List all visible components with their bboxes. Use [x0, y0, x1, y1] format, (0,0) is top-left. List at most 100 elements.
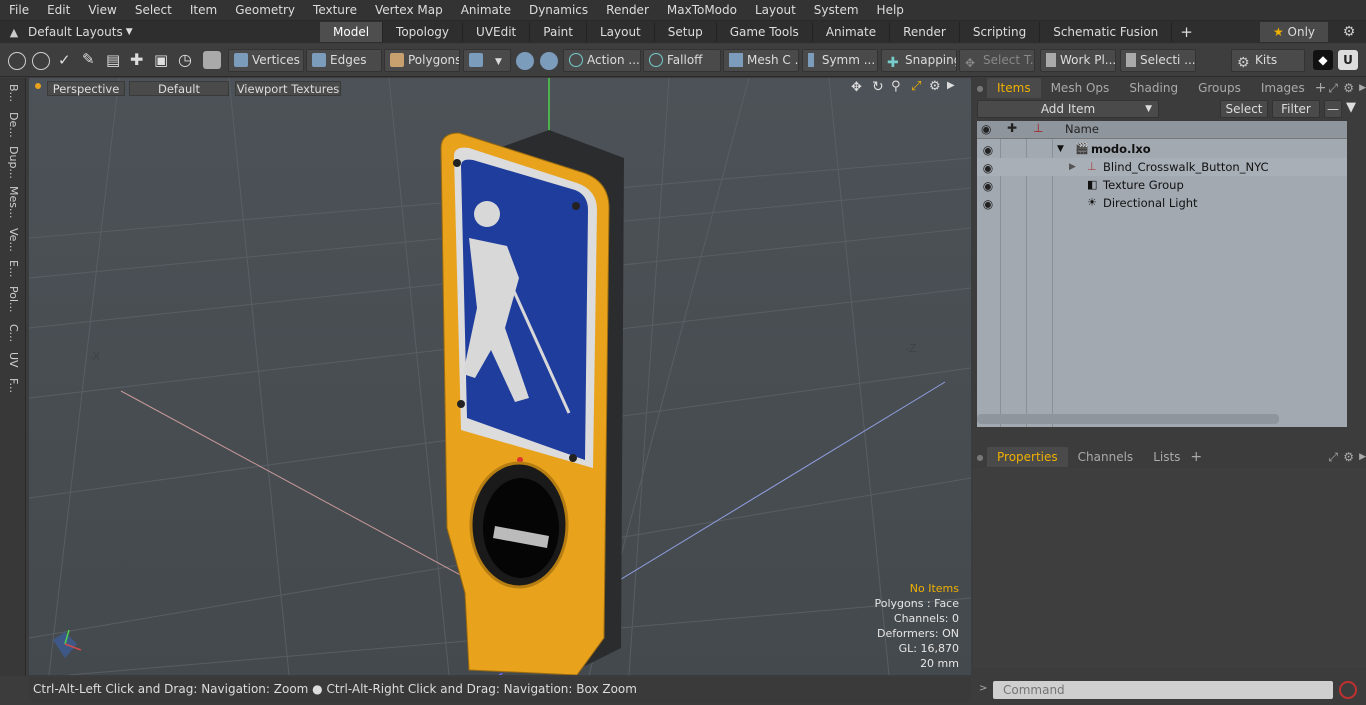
expand-arrow-icon[interactable]: ▼: [1057, 140, 1064, 158]
menu-animate[interactable]: Animate: [452, 0, 520, 21]
tab-items[interactable]: Items: [987, 78, 1041, 98]
mesh-constraints-button[interactable]: Mesh C ...: [723, 49, 799, 72]
unity-icon[interactable]: ◆: [1313, 50, 1333, 70]
gear-icon[interactable]: ⚙: [1340, 23, 1358, 41]
add-item-dropdown[interactable]: Add Item ▼: [977, 100, 1159, 118]
tab-topology[interactable]: Topology: [383, 22, 464, 42]
tab-properties[interactable]: Properties: [987, 447, 1068, 467]
snap-box-icon[interactable]: ▣: [154, 51, 168, 69]
panel-arrow-icon[interactable]: ▶: [1359, 452, 1366, 462]
left-tab-fusion[interactable]: F...: [4, 378, 22, 393]
tab-scripting[interactable]: Scripting: [960, 22, 1041, 42]
polygons-button[interactable]: Polygons: [384, 49, 460, 72]
filter-button[interactable]: Filter: [1272, 100, 1320, 118]
menu-file[interactable]: File: [0, 0, 38, 21]
layout-up-icon[interactable]: ▲: [0, 26, 28, 39]
edges-button[interactable]: Edges: [306, 49, 382, 72]
item-row-texture-group[interactable]: ◉ ◧ Texture Group: [977, 176, 1347, 194]
rotate-view-icon[interactable]: ↻: [872, 79, 884, 95]
tab-lists[interactable]: Lists: [1143, 447, 1190, 467]
tab-shading[interactable]: Shading: [1119, 78, 1188, 98]
pivot-sphere-icon[interactable]: [540, 52, 558, 70]
center-icon[interactable]: ✚: [130, 50, 143, 69]
shading-dropdown[interactable]: Default: [129, 81, 229, 96]
zoom-view-icon[interactable]: ⚲: [891, 79, 901, 94]
left-tab-vertex[interactable]: Ve...: [4, 228, 22, 252]
left-tab-edge[interactable]: E...: [4, 260, 22, 277]
panel-expand-icon[interactable]: ⤢: [1328, 81, 1338, 96]
tab-uvedit[interactable]: UVEdit: [463, 22, 531, 42]
expand-arrow-icon[interactable]: ▶: [1069, 158, 1076, 176]
3d-viewport[interactable]: Perspective Default Viewport Textures ✥ …: [29, 78, 971, 675]
unreal-icon[interactable]: U: [1338, 50, 1358, 70]
tab-channels[interactable]: Channels: [1068, 447, 1144, 467]
select-circle-icon[interactable]: [8, 52, 26, 70]
left-tab-duplicate[interactable]: Dup...: [4, 146, 22, 179]
item-row-scene[interactable]: ◉ ▼ 🎬 modo.lxo: [977, 140, 1347, 158]
selection-sets-button[interactable]: Selecti ...: [1120, 49, 1196, 72]
record-icon[interactable]: [1339, 681, 1357, 699]
left-tab-mesh-edit[interactable]: Mes...: [4, 186, 22, 218]
tab-setup[interactable]: Setup: [655, 22, 717, 42]
tab-groups[interactable]: Groups: [1188, 78, 1251, 98]
menu-select[interactable]: Select: [126, 0, 181, 21]
menu-layout[interactable]: Layout: [746, 0, 805, 21]
tab-animate[interactable]: Animate: [813, 22, 891, 42]
brush-icon[interactable]: ✎: [82, 50, 95, 68]
select-button[interactable]: Select: [1220, 100, 1268, 118]
layouts-dropdown[interactable]: ▲ Default Layouts ▼: [0, 21, 320, 43]
falloff-button[interactable]: Falloff: [643, 49, 721, 72]
material-dropdown[interactable]: ▼: [463, 49, 511, 72]
eye-icon[interactable]: ◉: [980, 159, 996, 175]
select-through-button[interactable]: ✥ Select T...: [959, 49, 1035, 72]
item-row-mesh[interactable]: ◉ ▶ ⊥ Blind_Crosswalk_Button_NYC: [977, 158, 1347, 176]
left-tab-deform[interactable]: De...: [4, 112, 22, 138]
left-tab-uv[interactable]: UV: [4, 352, 22, 368]
left-tab-basic[interactable]: B...: [4, 84, 22, 102]
tab-mesh-ops[interactable]: Mesh Ops: [1041, 78, 1120, 98]
tab-game-tools[interactable]: Game Tools: [717, 22, 813, 42]
panel-expand-icon[interactable]: ⤢: [1328, 450, 1338, 465]
kits-button[interactable]: ⚙ Kits: [1231, 49, 1305, 72]
symmetry-button[interactable]: Symm ...: [802, 49, 878, 72]
item-row-light[interactable]: ◉ ☀ Directional Light: [977, 194, 1347, 212]
menu-system[interactable]: System: [805, 0, 868, 21]
tab-render[interactable]: Render: [890, 22, 960, 42]
add-panel-tab-icon[interactable]: +: [1315, 80, 1327, 96]
menu-maxtomodo[interactable]: MaxToModo: [658, 0, 746, 21]
globe-icon[interactable]: [32, 52, 50, 70]
menu-help[interactable]: Help: [868, 0, 913, 21]
pen-icon[interactable]: ✓: [58, 51, 71, 69]
add-panel-tab-icon[interactable]: +: [1190, 449, 1202, 465]
clock-icon[interactable]: ◷: [178, 50, 192, 69]
menu-vertex-map[interactable]: Vertex Map: [366, 0, 452, 21]
horizontal-scrollbar[interactable]: [977, 414, 1279, 424]
only-toggle[interactable]: ★ Only: [1260, 22, 1328, 42]
add-tab-icon[interactable]: +: [1172, 23, 1201, 41]
command-input[interactable]: [993, 681, 1333, 699]
tab-paint[interactable]: Paint: [530, 22, 587, 42]
fit-view-icon[interactable]: ⤢: [911, 79, 921, 94]
eye-icon[interactable]: ◉: [980, 177, 996, 193]
eye-icon[interactable]: ◉: [980, 195, 996, 211]
work-plane-button[interactable]: Work Pl...: [1040, 49, 1116, 72]
left-tab-curve[interactable]: C...: [4, 324, 22, 342]
perspective-dropdown[interactable]: Perspective: [47, 81, 125, 96]
eye-icon[interactable]: ◉: [980, 141, 996, 157]
align-icon[interactable]: ▤: [106, 51, 120, 69]
tab-schematic-fusion[interactable]: Schematic Fusion: [1040, 22, 1173, 42]
viewport-gear-icon[interactable]: ⚙: [929, 79, 941, 94]
tab-model[interactable]: Model: [320, 22, 384, 42]
menu-view[interactable]: View: [79, 0, 125, 21]
menu-texture[interactable]: Texture: [304, 0, 366, 21]
shield-icon[interactable]: [203, 51, 221, 69]
funnel-icon[interactable]: ▼: [1346, 100, 1356, 115]
textures-dropdown[interactable]: Viewport Textures: [235, 81, 341, 96]
menu-item[interactable]: Item: [181, 0, 226, 21]
panel-gear-icon[interactable]: ⚙: [1343, 450, 1354, 464]
menu-dynamics[interactable]: Dynamics: [520, 0, 597, 21]
menu-render[interactable]: Render: [597, 0, 658, 21]
panel-gear-icon[interactable]: ⚙: [1343, 81, 1354, 95]
viewport-expand-icon[interactable]: ▶: [947, 80, 955, 91]
collapse-button[interactable]: —: [1324, 100, 1342, 118]
